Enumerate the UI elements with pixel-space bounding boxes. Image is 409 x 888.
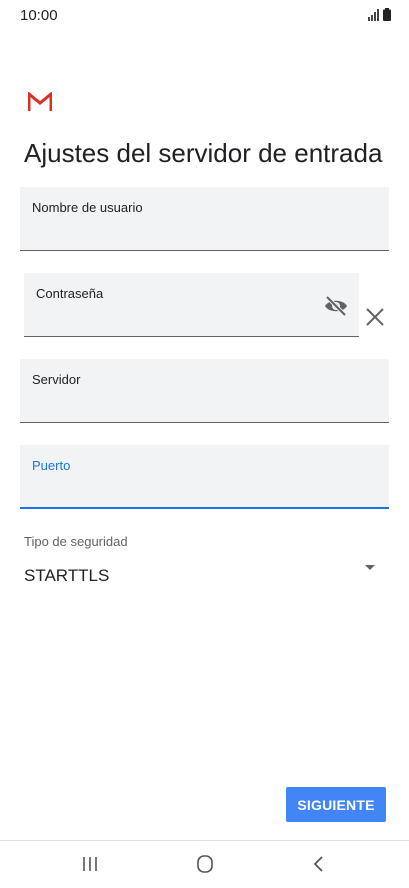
status-bar: 10:00 (0, 0, 409, 32)
screen: 10:00 Ajustes del servidor de entrada No… (0, 0, 409, 888)
battery-icon (383, 8, 391, 21)
password-input[interactable] (24, 306, 359, 336)
server-label: Servidor (32, 372, 81, 387)
port-field[interactable]: Puerto (20, 445, 389, 509)
next-button[interactable]: SIGUIENTE (286, 787, 386, 822)
security-type-label: Tipo de seguridad (24, 534, 128, 549)
signal-icon (368, 9, 379, 21)
username-field[interactable]: Nombre de usuario (20, 187, 389, 251)
dropdown-arrow-icon (365, 565, 375, 570)
port-label: Puerto (32, 458, 71, 473)
username-input[interactable] (20, 220, 389, 250)
home-icon[interactable] (190, 853, 220, 875)
security-type-select[interactable]: STARTTLS (20, 558, 390, 592)
server-field[interactable]: Servidor (20, 359, 389, 423)
eye-off-icon[interactable] (323, 295, 349, 317)
security-type-value: STARTTLS (24, 566, 110, 585)
status-icons (368, 8, 391, 21)
back-icon[interactable] (304, 853, 334, 875)
password-label: Contraseña (36, 286, 104, 301)
username-label: Nombre de usuario (32, 200, 143, 215)
status-time: 10:00 (20, 7, 58, 24)
server-input[interactable] (20, 392, 389, 422)
navigation-bar (0, 840, 409, 888)
password-field[interactable]: Contraseña (24, 273, 359, 337)
close-icon[interactable] (364, 306, 386, 328)
recents-icon[interactable] (75, 853, 105, 875)
port-input[interactable] (20, 477, 389, 507)
gmail-logo-icon (28, 92, 52, 111)
page-title: Ajustes del servidor de entrada (24, 138, 383, 168)
